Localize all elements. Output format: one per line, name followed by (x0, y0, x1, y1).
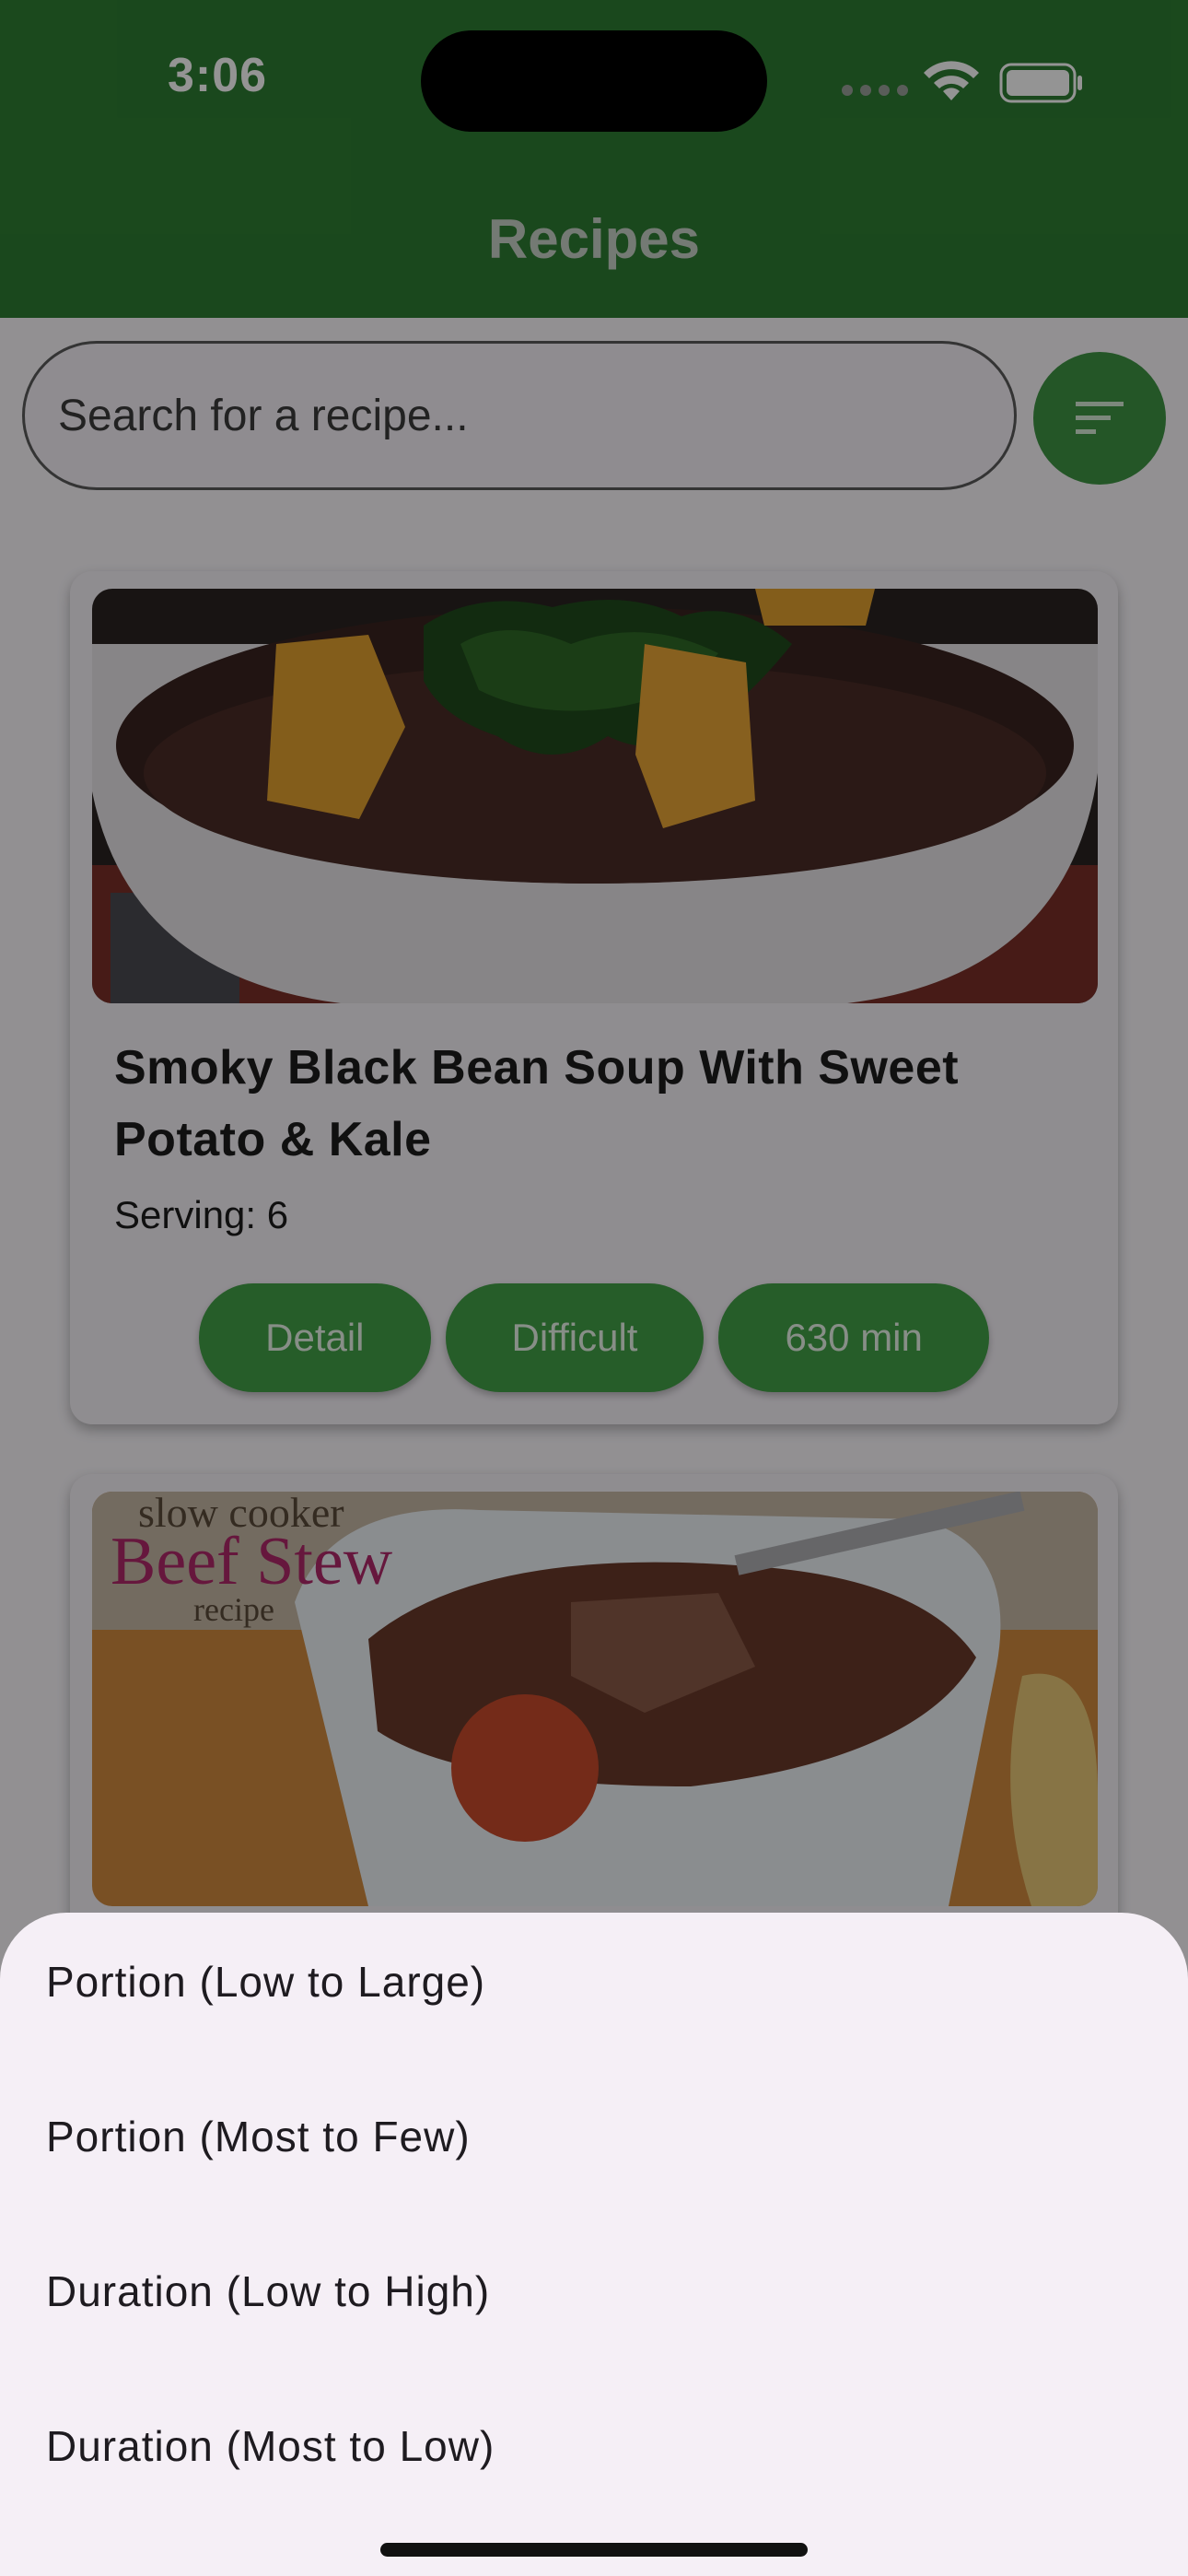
sort-option-duration-low-to-high[interactable]: Duration (Low to High) (46, 2222, 1151, 2360)
sort-option-duration-most-to-low[interactable]: Duration (Most to Low) (46, 2377, 1151, 2515)
sort-option-portion-low-to-large[interactable]: Portion (Low to Large) (46, 1913, 1151, 2051)
recipes-screen: 3:06 Recipes Search for a recipe... Smok… (0, 0, 1188, 2576)
sort-option-portion-most-to-few[interactable]: Portion (Most to Few) (46, 2067, 1151, 2206)
home-indicator[interactable] (380, 2543, 808, 2557)
sort-bottom-sheet: Portion (Low to Large) Portion (Most to … (0, 1913, 1188, 2576)
